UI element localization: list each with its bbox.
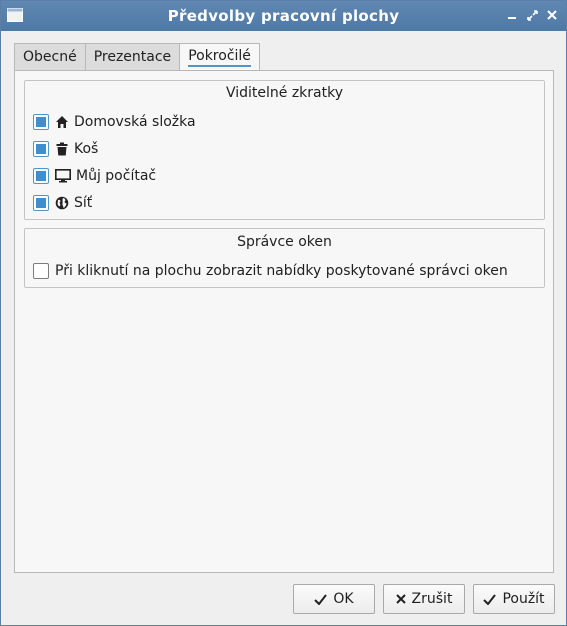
ok-label: OK: [333, 591, 354, 607]
tab-panel-pokrocile: Viditelné zkratky Domovská složka Koš Mů…: [14, 70, 554, 573]
cancel-button[interactable]: Zrušit: [383, 584, 465, 614]
check-icon: [314, 593, 328, 605]
apply-label: Použít: [502, 591, 545, 607]
visible-shortcuts-group: Viditelné zkratky Domovská složka Koš Mů…: [24, 80, 545, 220]
tab-obecne[interactable]: Obecné: [14, 43, 86, 70]
restore-icon[interactable]: [524, 7, 540, 23]
shortcut-label: Síť: [74, 195, 93, 211]
preferences-window: Předvolby pracovní plochy Obecné Prezent…: [0, 0, 567, 626]
home-icon: [55, 115, 69, 129]
shortcut-home[interactable]: Domovská složka: [33, 113, 196, 131]
monitor-icon: [55, 169, 71, 183]
wm-menus-option[interactable]: Při kliknutí na plochu zobrazit nabídky …: [33, 262, 508, 280]
home-checkbox[interactable]: [33, 114, 49, 130]
shortcut-label: Domovská složka: [74, 114, 196, 130]
apply-button[interactable]: Použít: [473, 584, 555, 614]
group-title: Viditelné zkratky: [225, 85, 344, 101]
group-title: Správce oken: [237, 234, 332, 250]
tab-label: Pokročilé: [188, 48, 251, 67]
computer-checkbox[interactable]: [33, 168, 49, 184]
tab-label: Obecné: [23, 49, 77, 65]
window-title: Předvolby pracovní plochy: [167, 7, 400, 25]
option-label: Při kliknutí na plochu zobrazit nabídky …: [55, 263, 508, 279]
title-bar[interactable]: Předvolby pracovní plochy: [1, 1, 566, 31]
shortcut-computer[interactable]: Můj počítač: [33, 167, 156, 185]
minimize-icon[interactable]: [504, 7, 520, 23]
cancel-label: Zrušit: [411, 591, 453, 607]
check-icon: [483, 593, 497, 605]
tab-prezentace[interactable]: Prezentace: [84, 43, 181, 70]
network-checkbox[interactable]: [33, 195, 49, 211]
window-manager-group: Správce oken Při kliknutí na plochu zobr…: [24, 228, 545, 288]
globe-icon: [55, 196, 69, 210]
close-x-icon: [395, 594, 406, 604]
shortcut-network[interactable]: Síť: [33, 194, 92, 212]
shortcut-label: Koš: [74, 141, 99, 157]
tab-pokrocile[interactable]: Pokročilé: [179, 43, 260, 71]
trash-icon: [55, 142, 69, 156]
tab-bar: Obecné Prezentace Pokročilé: [14, 43, 260, 71]
wm-menus-checkbox[interactable]: [33, 263, 49, 279]
tab-label: Prezentace: [93, 49, 172, 65]
close-icon[interactable]: [544, 7, 560, 23]
ok-button[interactable]: OK: [293, 584, 375, 614]
shortcut-label: Můj počítač: [76, 168, 157, 184]
shortcut-trash[interactable]: Koš: [33, 140, 98, 158]
trash-checkbox[interactable]: [33, 141, 49, 157]
